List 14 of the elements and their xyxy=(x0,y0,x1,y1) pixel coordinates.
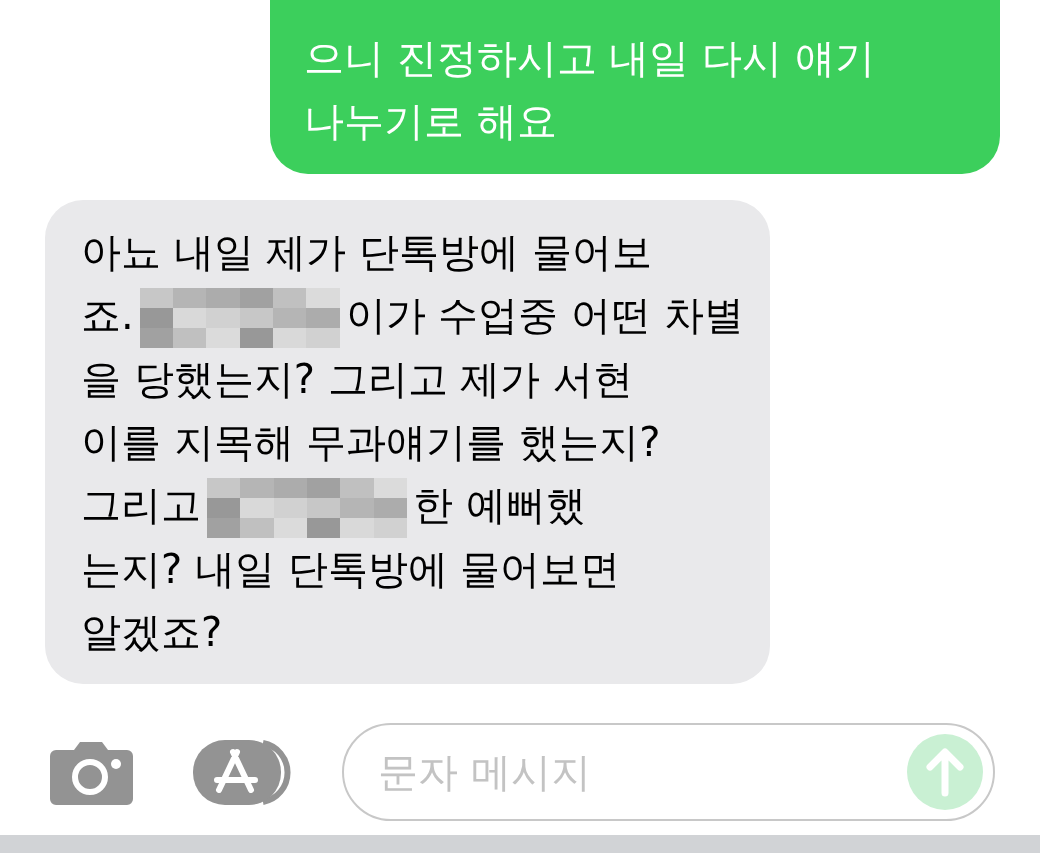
message-text: 아뇨 내일 제가 단톡방에 물어보 xyxy=(81,229,652,275)
message-field[interactable]: 문자 메시지 xyxy=(342,723,995,821)
message-text: 죠. xyxy=(81,292,134,338)
message-text: 이를 지목해 무과얘기를 했는지? xyxy=(81,419,661,465)
arrow-up-icon xyxy=(925,747,965,797)
camera-icon[interactable] xyxy=(50,739,133,805)
message-text: 을 당했는지? 그리고 제가 서현 xyxy=(81,356,634,402)
message-text: 알겠죠? xyxy=(81,609,223,655)
message-text: 한 예뻐했 xyxy=(413,482,586,528)
message-text: 나누기로 해요 xyxy=(304,98,557,144)
message-text: 이가 수업중 어떤 차별 xyxy=(345,292,744,338)
message-text: 그리고 xyxy=(81,482,201,528)
message-text: 는지? 내일 단톡방에 물어보면 xyxy=(81,546,621,592)
message-text: 으니 진정하시고 내일 다시 얘기 xyxy=(304,35,875,81)
